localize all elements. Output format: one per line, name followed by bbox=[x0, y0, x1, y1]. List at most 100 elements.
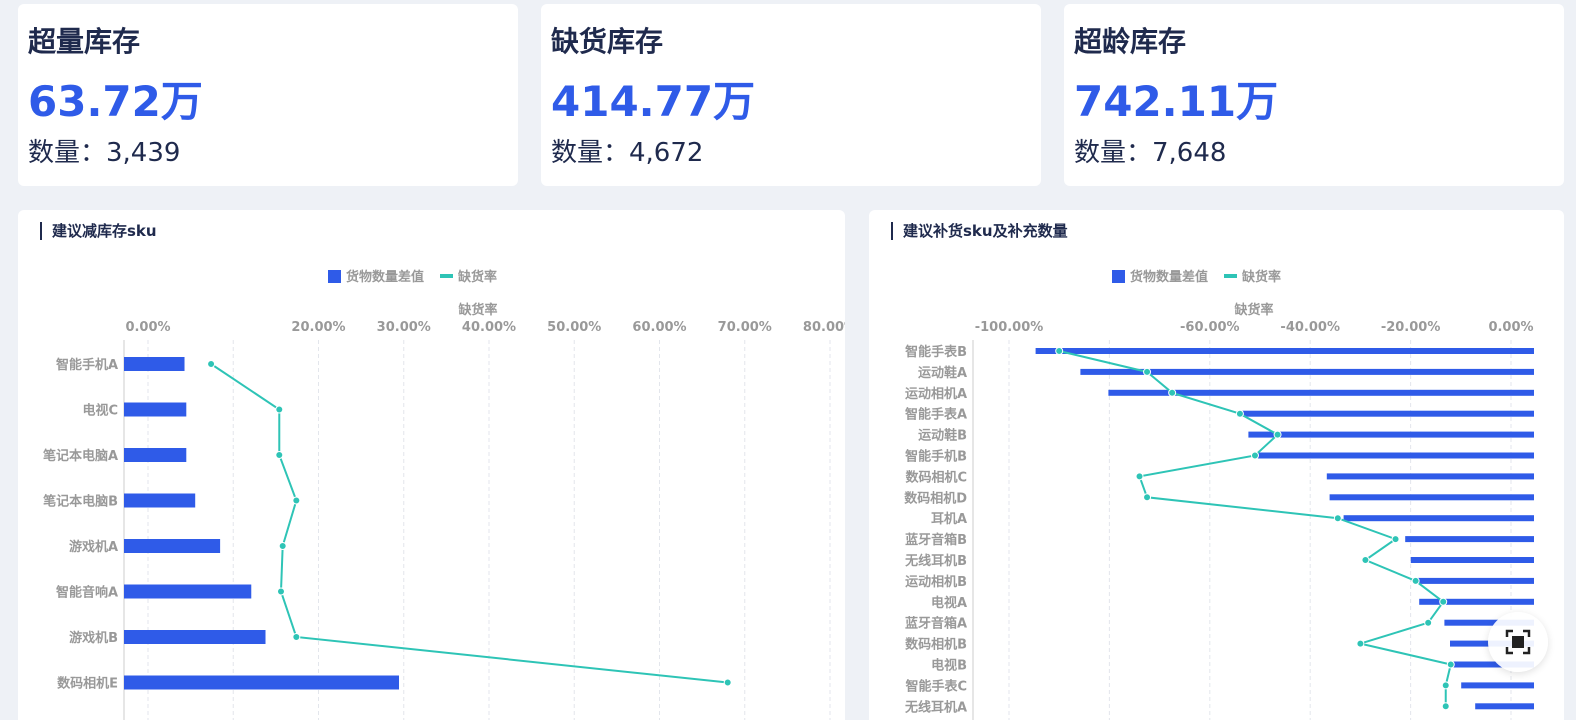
category-label: 智能音响A bbox=[56, 585, 118, 601]
category-label: 耳机A bbox=[931, 511, 967, 527]
reduce-stock-chart: 货物数量差值 缺货率缺货率0.00% 20.00% 30.00% 40.00% 50.00… bbox=[43, 269, 845, 720]
kpi-card-shortage: 缺货库存 414.77万 数量：4,672 bbox=[541, 4, 1041, 186]
category-label: 游戏机B bbox=[69, 630, 118, 646]
rate-point bbox=[275, 405, 284, 414]
tick-label: 50.00% bbox=[547, 320, 601, 335]
category-label: 智能手机A bbox=[56, 357, 118, 373]
bar bbox=[1035, 348, 1534, 354]
rate-point bbox=[1168, 388, 1177, 397]
bar bbox=[1326, 473, 1534, 480]
rate-point bbox=[292, 633, 301, 641]
rate-point bbox=[276, 587, 285, 596]
category-label: 智能手表B bbox=[905, 344, 967, 360]
tick-label: 80.00% bbox=[803, 320, 845, 335]
tick-label: 30.00% bbox=[377, 320, 431, 335]
category-label: 电视A bbox=[931, 595, 967, 611]
category-label: 数码相机B bbox=[905, 637, 967, 653]
legend-swatch-line bbox=[440, 274, 453, 278]
rate-point bbox=[1143, 493, 1152, 502]
category-label: 蓝牙音箱B bbox=[905, 532, 967, 548]
kpi-title: 缺货库存 bbox=[551, 25, 664, 58]
bar bbox=[124, 539, 221, 553]
rate-point bbox=[1055, 347, 1064, 355]
tick-label: 0.00% bbox=[1488, 320, 1533, 335]
kpi-title: 超量库存 bbox=[28, 25, 141, 58]
bar bbox=[124, 493, 196, 508]
kpi-count: 数量：7,648 bbox=[1074, 138, 1227, 168]
bar bbox=[124, 630, 266, 644]
category-label: 笔记本电脑A bbox=[43, 448, 118, 464]
tick-label: 70.00% bbox=[718, 320, 772, 335]
category-label: 智能手表C bbox=[905, 678, 967, 694]
legend-label: 货物数量差值 bbox=[346, 269, 424, 285]
bar bbox=[1329, 494, 1534, 501]
restock-chart: 货物数量差值 缺货率缺货率-100.00% -60.00% -40.00% -20.00… bbox=[904, 269, 1534, 720]
category-label: 无线耳机B bbox=[904, 553, 967, 569]
tick-label: 60.00% bbox=[632, 320, 686, 335]
rate-point bbox=[1361, 556, 1370, 564]
category-label: 无线耳机A bbox=[904, 699, 967, 715]
category-label: 运动相机A bbox=[905, 386, 967, 402]
rate-point bbox=[1333, 514, 1342, 523]
rate-point bbox=[1391, 535, 1400, 544]
bar bbox=[1237, 410, 1534, 417]
rate-point bbox=[278, 542, 287, 550]
category-label: 笔记本电脑B bbox=[43, 494, 118, 510]
tick-label: 0.00% bbox=[125, 320, 170, 335]
reduce-stock-panel: 建议减库存sku 货物数量差值 缺货率 缺货率 0.00% 20.00% 30.00% 40… bbox=[18, 210, 845, 720]
legend-swatch-line bbox=[1224, 274, 1237, 278]
kpi-value: 414.77万 bbox=[551, 77, 756, 126]
bar bbox=[1419, 598, 1534, 605]
x2-axis-label: 缺货率 bbox=[1233, 302, 1273, 318]
bar bbox=[1343, 515, 1534, 522]
tick-label: 40.00% bbox=[462, 320, 516, 335]
rate-point bbox=[275, 451, 284, 459]
rate-point bbox=[1143, 367, 1152, 376]
restock-panel: 建议补货sku及补充数量 货物数量差值 缺货率 缺货率 -100.00% -60.00%… bbox=[869, 210, 1564, 720]
fullscreen-button[interactable] bbox=[1488, 612, 1548, 672]
rate-point bbox=[1411, 576, 1420, 585]
rate-point bbox=[1446, 660, 1455, 669]
kpi-count: 数量：3,439 bbox=[28, 138, 181, 168]
bar bbox=[124, 675, 400, 690]
rate-line bbox=[1058, 350, 1452, 707]
rate-line bbox=[210, 363, 728, 684]
rate-point bbox=[1250, 451, 1259, 460]
category-label: 数码相机D bbox=[904, 490, 967, 506]
tick-label: -20.00% bbox=[1381, 320, 1441, 335]
bar bbox=[1254, 452, 1534, 459]
rate-point bbox=[1235, 409, 1244, 418]
category-label: 智能手表A bbox=[905, 407, 967, 423]
bar bbox=[1405, 536, 1534, 543]
kpi-count: 数量：4,672 bbox=[551, 138, 704, 168]
category-label: 蓝牙音箱A bbox=[905, 616, 967, 632]
rate-point bbox=[1273, 430, 1282, 439]
tick-label: -60.00% bbox=[1180, 320, 1240, 335]
bar bbox=[124, 584, 252, 599]
bar bbox=[124, 448, 187, 462]
x2-axis-label: 缺货率 bbox=[457, 302, 497, 318]
category-label: 电视C bbox=[82, 403, 118, 419]
tick-label: 20.00% bbox=[291, 320, 345, 335]
bar bbox=[124, 357, 185, 371]
bar bbox=[1248, 431, 1534, 438]
legend-label: 缺货率 bbox=[1241, 269, 1281, 285]
rate-point bbox=[1441, 702, 1450, 711]
tick-label: -40.00% bbox=[1280, 320, 1340, 335]
bar bbox=[124, 402, 187, 417]
rate-point bbox=[723, 678, 732, 687]
category-label: 数码相机C bbox=[905, 469, 967, 485]
rate-point bbox=[1424, 618, 1433, 627]
legend-swatch-bar bbox=[328, 270, 341, 283]
category-label: 游戏机A bbox=[69, 539, 118, 555]
rate-point bbox=[1135, 472, 1144, 481]
kpi-card-overstock: 超量库存 63.72万 数量：3,439 bbox=[18, 4, 518, 186]
bar bbox=[1475, 703, 1534, 710]
tick-label: -100.00% bbox=[975, 320, 1044, 335]
rate-point bbox=[1356, 639, 1365, 648]
bar bbox=[1461, 682, 1534, 689]
rate-point bbox=[1439, 597, 1448, 606]
legend-swatch-bar bbox=[1112, 270, 1125, 283]
kpi-card-aged: 超龄库存 742.11万 数量：7,648 bbox=[1064, 4, 1564, 186]
category-label: 运动鞋B bbox=[918, 428, 967, 444]
